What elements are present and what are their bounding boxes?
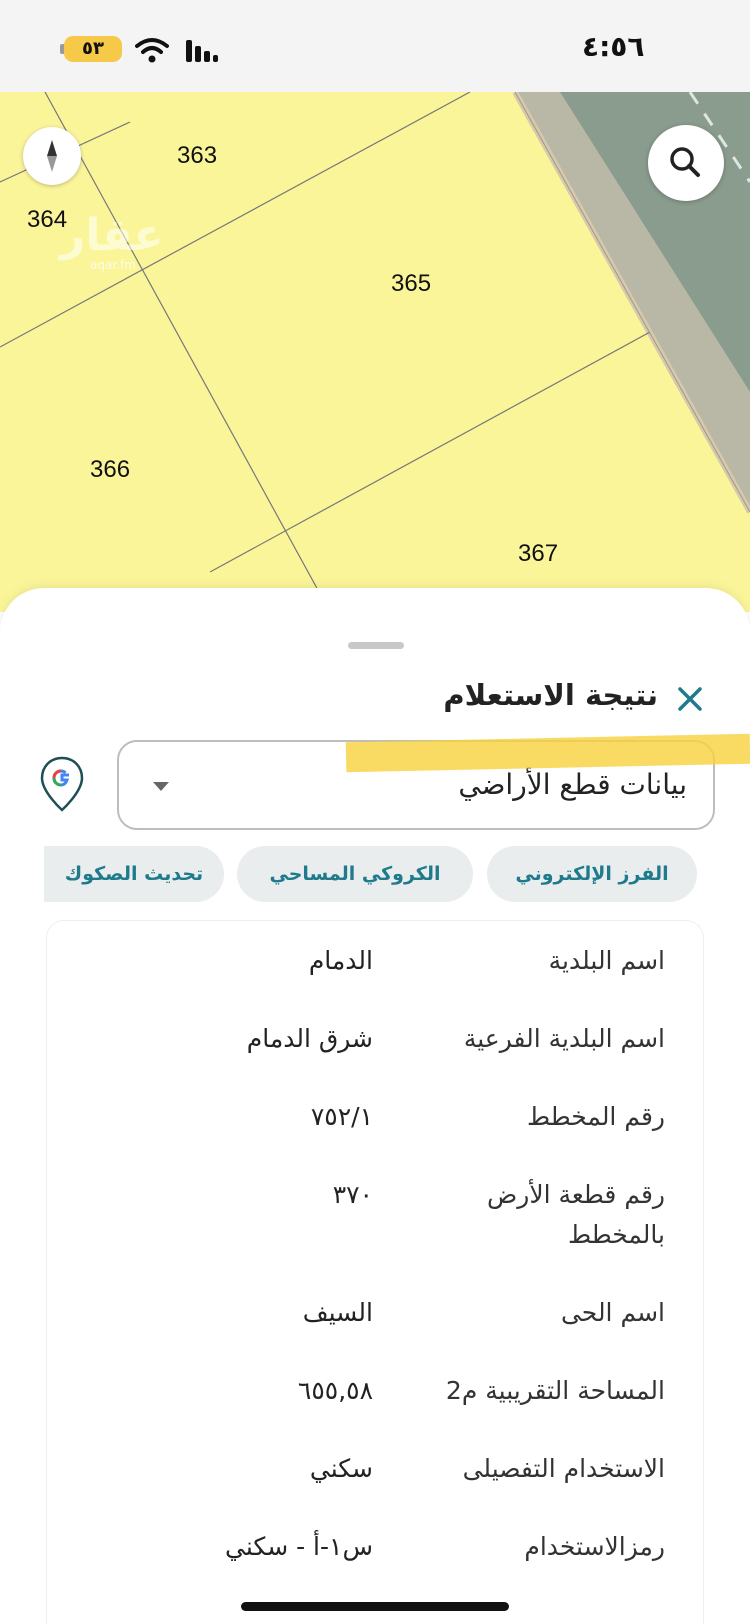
parcel-label[interactable]: 363 — [177, 142, 217, 170]
dropdown-selected-value: بيانات قطع الأراضي — [458, 768, 687, 801]
detail-value: س١-أ - سكني — [225, 1532, 373, 1561]
detail-value: شرق الدمام — [246, 1024, 373, 1053]
detail-label: المساحة التقريبية م2 — [445, 1376, 665, 1405]
detail-value: الدمام — [308, 946, 373, 975]
details-card: اسم البلدية الدمام اسم البلدية الفرعية ش… — [46, 920, 704, 1624]
parcel-label[interactable]: 365 — [391, 270, 431, 298]
parcel-label[interactable]: 366 — [90, 456, 130, 484]
query-result-sheet: نتيجة الاستعلام بيانات قطع الأراضي الفرز… — [0, 588, 750, 1624]
detail-value: سكني — [309, 1454, 373, 1483]
parcel-boundary — [44, 92, 331, 612]
detail-value: ٧٥٢/١ — [310, 1102, 373, 1131]
detail-value: ٦٥٥,٥٨ — [297, 1376, 373, 1405]
compass-button[interactable] — [23, 127, 81, 185]
chevron-down-icon — [153, 782, 169, 791]
drag-handle[interactable] — [348, 642, 404, 649]
cellular-signal-icon — [186, 40, 218, 62]
detail-label: رقم المخطط — [526, 1102, 665, 1131]
wifi-icon — [135, 38, 169, 63]
map-search-button[interactable] — [648, 125, 724, 201]
detail-label: رقم قطعة الأرض بالمخطط — [487, 1180, 665, 1249]
detail-value: السيف — [302, 1298, 373, 1327]
compass-icon — [47, 140, 57, 172]
detail-label: اسم البلدية الفرعية — [463, 1024, 665, 1053]
chip-update-deeds[interactable]: تحديث الصكوك — [44, 846, 224, 902]
close-icon[interactable] — [672, 681, 708, 717]
detail-value: ٣٧٠ — [332, 1180, 373, 1209]
detail-label: الاستخدام التفصيلى — [462, 1454, 665, 1483]
parcel-map — [0, 92, 750, 612]
watermark-sub: aqar.fm — [90, 258, 136, 272]
chip-electronic-sorting[interactable]: الفرز الإلكتروني — [487, 846, 697, 902]
detail-label: اسم البلدية — [548, 946, 665, 975]
detail-label: اسم الحى — [560, 1298, 665, 1327]
status-time: ٤:٥٦ — [582, 30, 645, 63]
parcel-label[interactable]: 367 — [518, 540, 558, 568]
sheet-title: نتيجة الاستعلام — [443, 678, 658, 712]
home-indicator[interactable] — [241, 1602, 509, 1611]
watermark-logo: عقار — [60, 210, 164, 261]
parcel-label[interactable]: 364 — [27, 206, 67, 234]
search-icon — [670, 147, 700, 177]
chip-survey-sketch[interactable]: الكروكي المساحي — [237, 846, 473, 902]
map-view[interactable]: عقار aqar.fm 363 364 365 366 367 — [0, 92, 750, 612]
status-bar: ٥٣ ٤:٥٦ — [0, 0, 750, 92]
battery-indicator: ٥٣ — [64, 36, 122, 62]
google-pin-icon[interactable] — [40, 756, 84, 812]
parcel-boundary — [209, 331, 651, 573]
detail-label: رمزالاستخدام — [524, 1532, 665, 1561]
